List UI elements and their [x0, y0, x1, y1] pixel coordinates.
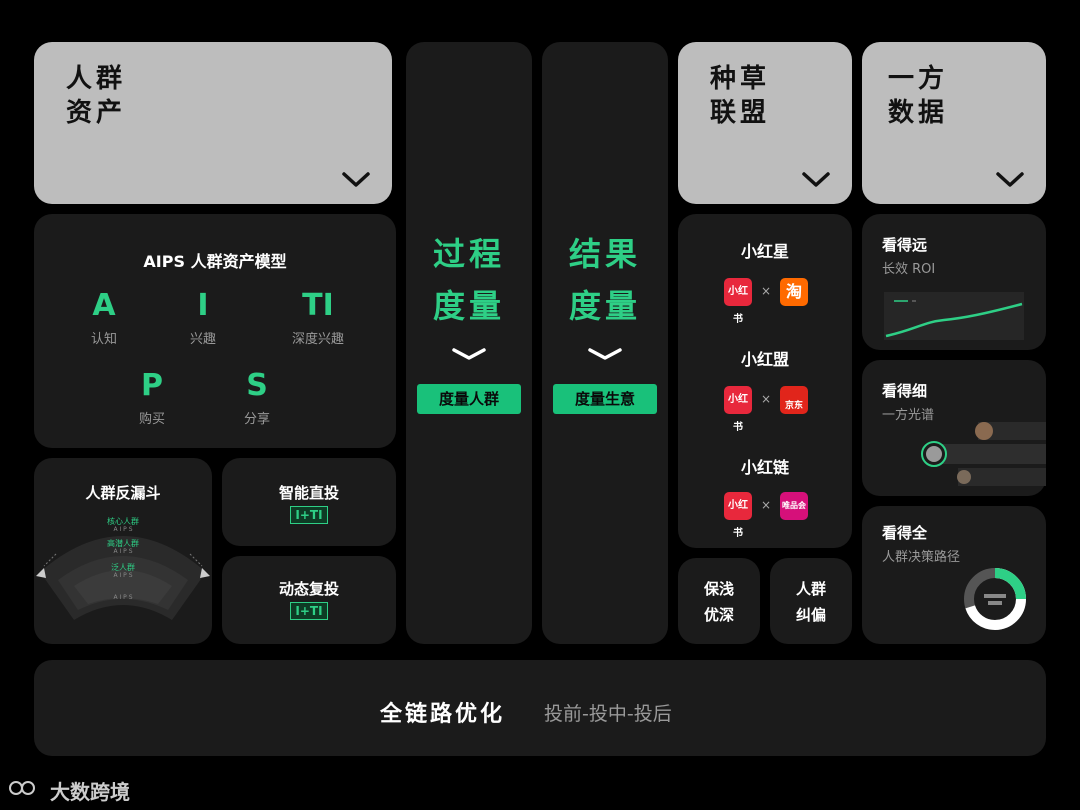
- smart-delivery-card[interactable]: 智能直投 I+TI: [222, 458, 396, 546]
- chevron-down-icon: [451, 346, 487, 360]
- aips-model-card: AIPS 人群资产模型 A 认知 I 兴趣 TI 深度兴趣 P 购买 S 分享: [34, 214, 396, 448]
- full-chain-optimization-bar: 全链路优化 投前-投中-投后: [34, 660, 1046, 756]
- aips-letter-ti: TI: [302, 288, 334, 323]
- seeding-alliance-card[interactable]: 种草 联盟: [678, 42, 852, 204]
- smart-delivery-badge: I+TI: [290, 506, 328, 524]
- dynamic-redelivery-title: 动态复投: [278, 580, 339, 598]
- full-chain-title: 全链路优化: [380, 702, 506, 727]
- see-far-subtitle: 长效 ROI: [882, 262, 936, 277]
- funnel-layer-sub: A I P S: [113, 548, 133, 555]
- measure-business-button[interactable]: 度量生意: [553, 384, 657, 414]
- aips-letter-a: A: [92, 288, 116, 323]
- aips-letter-p: P: [141, 368, 163, 403]
- full-chain-stages: 投前-投中-投后: [544, 703, 672, 725]
- seeding-alliance-title: 种草 联盟: [710, 64, 771, 128]
- see-far-title: 看得远: [882, 236, 928, 254]
- crowd-assets-title: 人群 资产: [66, 64, 127, 128]
- aips-title: AIPS 人群资产模型: [143, 252, 287, 271]
- crowd-correction-card[interactable]: 人群 纠偏: [770, 558, 852, 644]
- see-fine-card: 看得细 一方光谱: [862, 360, 1046, 496]
- vip-logo: 唯品会: [780, 492, 808, 520]
- aips-letter-i: I: [197, 288, 209, 323]
- xiaohongshu-logo: 小红书: [724, 386, 752, 433]
- times-icon: ×: [761, 392, 772, 406]
- alliance-name: 小红链: [740, 458, 789, 477]
- process-measure-card: 过程 度量 度量人群: [406, 42, 532, 644]
- first-party-data-title: 一方 数据: [888, 64, 949, 128]
- dynamic-redelivery-badge: I+TI: [290, 602, 328, 620]
- see-full-card: 看得全 人群决策路径: [862, 506, 1046, 644]
- see-full-title: 看得全: [882, 524, 928, 542]
- funnel-layer-sub: A I P S: [113, 572, 133, 579]
- jd-logo: 京东: [780, 386, 808, 414]
- see-full-subtitle: 人群决策路径: [882, 550, 961, 565]
- chevron-down-icon[interactable]: [340, 170, 372, 190]
- aips-label-i: 兴趣: [189, 332, 216, 347]
- crowd-assets-card[interactable]: 人群 资产: [34, 42, 392, 204]
- xiaohongshu-logo: 小红书: [724, 492, 752, 539]
- shallow-deep-title: 保浅 优深: [703, 580, 734, 624]
- reverse-funnel-card: 人群反漏斗 核心人群 A I P S 高潜人群 A I P S 泛人群 A I …: [34, 458, 212, 644]
- alliance-name: 小红星: [740, 242, 789, 261]
- smart-delivery-title: 智能直投: [278, 484, 339, 502]
- taobao-logo: 淘: [780, 278, 808, 306]
- see-fine-title: 看得细: [882, 382, 928, 400]
- times-icon: ×: [761, 498, 772, 512]
- funnel-layer-sub: A I P S: [113, 526, 133, 533]
- alliance-card: 小红星 小红书 × 淘 小红盟 小红书 × 京东 小红链 小红书 × 唯品会: [678, 214, 852, 548]
- chevron-down-icon[interactable]: [994, 170, 1026, 190]
- measure-crowd-button[interactable]: 度量人群: [417, 384, 521, 414]
- process-measure-title: 过程 度量: [432, 235, 505, 325]
- alliance-name: 小红盟: [740, 350, 789, 369]
- shallow-deep-card[interactable]: 保浅 优深: [678, 558, 760, 644]
- result-measure-title: 结果 度量: [568, 235, 641, 325]
- crowd-correction-title: 人群 纠偏: [795, 580, 826, 624]
- aips-label-ti: 深度兴趣: [291, 332, 344, 347]
- xiaohongshu-logo: 小红书: [724, 278, 752, 325]
- see-far-card: 看得远 长效 ROI: [862, 214, 1046, 350]
- chevron-down-icon: [587, 346, 623, 360]
- aips-label-s: 分享: [243, 412, 270, 427]
- spectrum-profiles-graphic: [921, 422, 1046, 486]
- roi-line-chart: [884, 292, 1024, 340]
- watermark-logo-icon: [8, 776, 38, 800]
- decision-path-donut: [964, 568, 1026, 630]
- aips-label-p: 购买: [138, 412, 165, 427]
- first-party-data-card[interactable]: 一方 数据: [862, 42, 1046, 204]
- aips-letter-s: S: [246, 368, 268, 403]
- result-measure-card: 结果 度量 度量生意: [542, 42, 668, 644]
- funnel-title: 人群反漏斗: [85, 484, 161, 502]
- dynamic-redelivery-card[interactable]: 动态复投 I+TI: [222, 556, 396, 644]
- times-icon: ×: [761, 284, 772, 298]
- funnel-layer-sub: A I P S: [113, 594, 133, 601]
- chevron-down-icon[interactable]: [800, 170, 832, 190]
- aips-label-a: 认知: [90, 332, 117, 347]
- watermark-text: 大数跨境: [50, 780, 130, 804]
